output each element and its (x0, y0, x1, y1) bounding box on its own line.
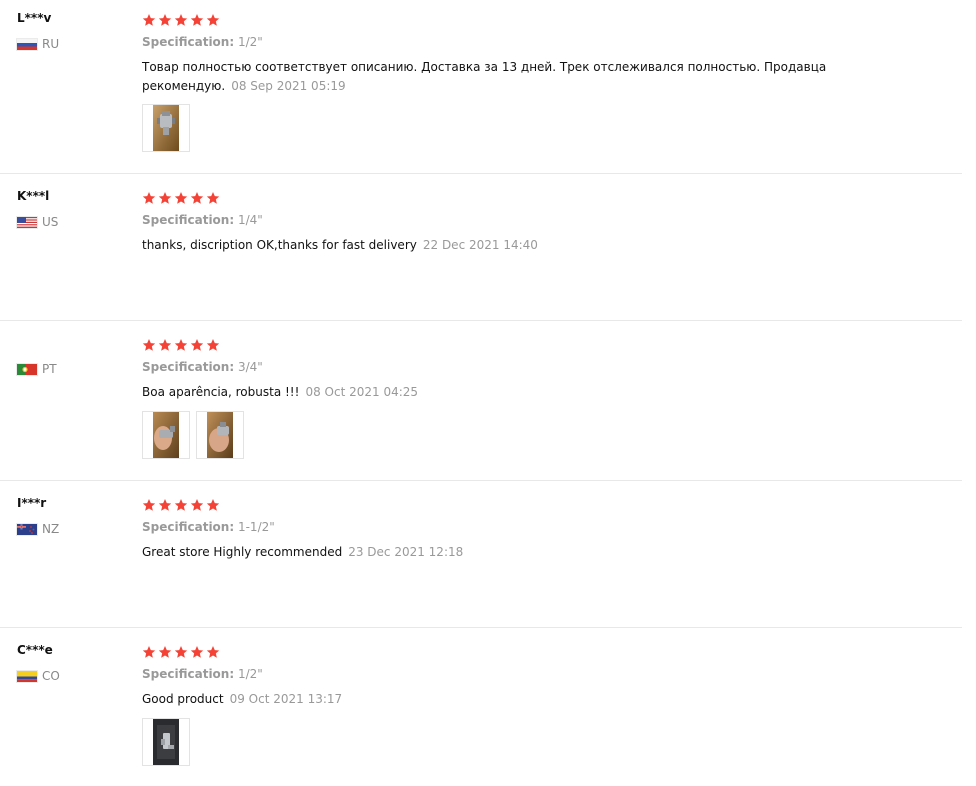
review-date: 22 Dec 2021 14:40 (422, 238, 538, 252)
review-text: thanks, discription OK,thanks for fast d… (142, 236, 842, 255)
review-text: Товар полностью соответствует описанию. … (142, 58, 842, 96)
star-icon (206, 12, 220, 26)
star-icon (142, 12, 156, 26)
star-rating (142, 644, 220, 658)
country-code: US (42, 215, 59, 229)
spec-value: 1-1/2" (237, 520, 275, 534)
review-photo-thumbnail[interactable] (142, 718, 190, 766)
review-date: 09 Oct 2021 13:17 (229, 692, 343, 706)
review-photos (142, 104, 190, 152)
flag-ru-icon (17, 38, 37, 50)
specification: Specification: 3/4" (142, 360, 263, 374)
review-photo-thumbnail[interactable] (142, 411, 190, 459)
country-code: NZ (42, 522, 60, 536)
star-icon (142, 497, 156, 511)
flag-pt-icon (17, 363, 37, 375)
star-rating (142, 337, 220, 351)
spec-label: Specification: (142, 520, 235, 534)
review-photos (142, 718, 190, 766)
star-icon (174, 337, 188, 351)
country-code: RU (42, 37, 60, 51)
review-photos (142, 411, 244, 459)
specification: Specification: 1/2" (142, 35, 263, 49)
star-rating (142, 12, 220, 26)
spec-label: Specification: (142, 667, 235, 681)
star-icon (190, 497, 204, 511)
star-icon (158, 337, 172, 351)
review-photo-thumbnail[interactable] (196, 411, 244, 459)
star-icon (174, 497, 188, 511)
review-item: L***v RU Specification: 1/2" Товар полно… (0, 0, 962, 174)
star-icon (190, 190, 204, 204)
star-icon (206, 337, 220, 351)
specification: Specification: 1/2" (142, 667, 263, 681)
star-icon (174, 12, 188, 26)
reviewer-name: L***v (17, 11, 52, 25)
star-icon (142, 337, 156, 351)
reviewer-country: PT (17, 362, 57, 376)
review-body: Boa aparência, robusta !!! (142, 385, 300, 399)
spec-value: 1/4" (237, 213, 263, 227)
star-rating (142, 190, 220, 204)
review-photo-image (153, 412, 179, 458)
review-body: Great store Highly recommended (142, 545, 343, 559)
review-item: C***e CO Specification: 1/2" Good produc… (0, 627, 962, 786)
star-icon (174, 644, 188, 658)
spec-value: 1/2" (237, 35, 263, 49)
review-photo-image (153, 719, 179, 765)
spec-label: Specification: (142, 35, 235, 49)
country-code: CO (42, 669, 60, 683)
star-rating (142, 497, 220, 511)
review-text: Boa aparência, robusta !!! 08 Oct 2021 04… (142, 383, 842, 402)
star-icon (206, 497, 220, 511)
spec-label: Specification: (142, 360, 235, 374)
star-icon (158, 12, 172, 26)
reviewer-name: K***l (17, 189, 50, 203)
review-text: Great store Highly recommended 23 Dec 202… (142, 543, 842, 562)
flag-us-icon (17, 216, 37, 228)
review-item: PT Specification: 3/4" Boa aparência, ro… (0, 320, 962, 481)
review-body: Good product (142, 692, 224, 706)
spec-value: 3/4" (237, 360, 263, 374)
flag-nz-icon (17, 523, 37, 535)
star-icon (174, 190, 188, 204)
review-body: thanks, discription OK,thanks for fast d… (142, 238, 417, 252)
reviewer-country: RU (17, 37, 59, 51)
flag-co-icon (17, 670, 37, 682)
review-date: 08 Sep 2021 05:19 (231, 79, 346, 93)
star-icon (142, 644, 156, 658)
review-date: 08 Oct 2021 04:25 (305, 385, 419, 399)
reviewer-country: CO (17, 669, 60, 683)
star-icon (158, 497, 172, 511)
specification: Specification: 1/4" (142, 213, 263, 227)
star-icon (158, 190, 172, 204)
specification: Specification: 1-1/2" (142, 520, 275, 534)
reviewer-country: US (17, 215, 58, 229)
review-date: 23 Dec 2021 12:18 (348, 545, 464, 559)
review-item: K***l US Specification: 1/4" thanks, dis… (0, 173, 962, 321)
spec-label: Specification: (142, 213, 235, 227)
spec-value: 1/2" (237, 667, 263, 681)
star-icon (190, 337, 204, 351)
star-icon (206, 190, 220, 204)
reviewer-country: NZ (17, 522, 59, 536)
review-photo-image (153, 105, 179, 151)
star-icon (142, 190, 156, 204)
review-text: Good product 09 Oct 2021 13:17 (142, 690, 842, 709)
star-icon (190, 644, 204, 658)
reviewer-name: C***e (17, 643, 53, 657)
reviewer-name: I***r (17, 496, 47, 510)
review-item: I***r NZ Specification: 1-1/2" Great sto… (0, 480, 962, 628)
review-photo-thumbnail[interactable] (142, 104, 190, 152)
star-icon (206, 644, 220, 658)
star-icon (190, 12, 204, 26)
country-code: PT (42, 362, 57, 376)
review-photo-image (207, 412, 233, 458)
star-icon (158, 644, 172, 658)
